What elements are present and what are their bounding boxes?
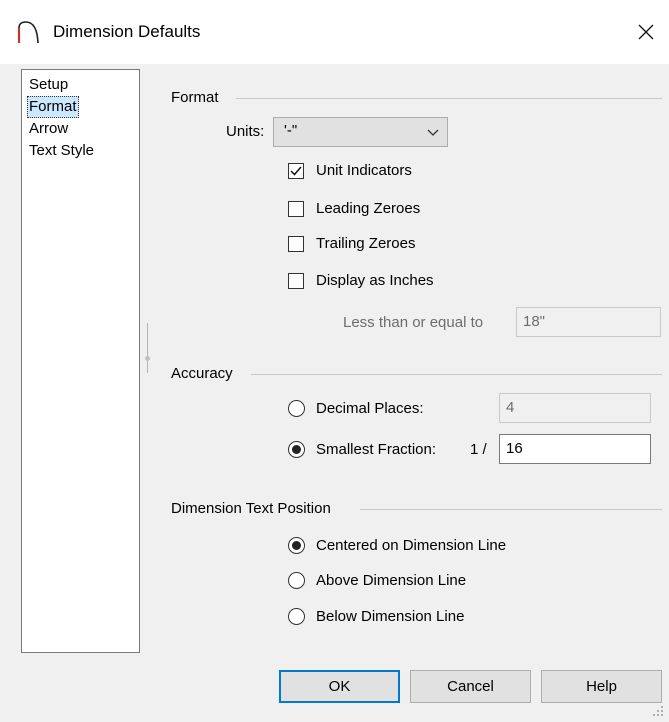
trailing-zeroes-checkbox[interactable] [288, 236, 304, 252]
decimal-places-label[interactable]: Decimal Places: [316, 400, 424, 418]
help-button[interactable]: Help [541, 670, 662, 703]
sidebar-item-format[interactable]: Format [27, 96, 79, 118]
sidebar-item-setup[interactable]: Setup [27, 74, 70, 96]
splitter-handle[interactable] [145, 356, 150, 361]
accuracy-divider [251, 374, 662, 375]
below-radio[interactable] [288, 608, 305, 625]
units-dropdown[interactable]: '-" [273, 117, 448, 147]
category-list[interactable]: Setup Format Arrow Text Style [21, 69, 140, 653]
below-label[interactable]: Below Dimension Line [316, 608, 464, 626]
units-label: Units: [226, 123, 265, 140]
display-as-inches-label[interactable]: Display as Inches [316, 272, 434, 290]
centered-radio[interactable] [288, 537, 305, 554]
sidebar-item-text-style[interactable]: Text Style [27, 140, 96, 162]
less-than-input[interactable]: 18" [516, 307, 661, 337]
ok-button[interactable]: OK [279, 670, 400, 703]
radio-selected-dot [292, 541, 301, 550]
display-as-inches-checkbox[interactable] [288, 273, 304, 289]
decimal-places-radio[interactable] [288, 400, 305, 417]
unit-indicators-checkbox[interactable] [288, 163, 304, 179]
unit-indicators-label[interactable]: Unit Indicators [316, 162, 412, 180]
resize-grip-icon[interactable] [651, 704, 665, 718]
smallest-fraction-label[interactable]: Smallest Fraction: [316, 441, 436, 459]
cancel-button[interactable]: Cancel [410, 670, 531, 703]
less-than-label: Less than or equal to [343, 314, 484, 331]
radio-selected-dot [292, 445, 301, 454]
centered-label[interactable]: Centered on Dimension Line [316, 537, 506, 555]
sidebar-item-arrow[interactable]: Arrow [27, 118, 70, 140]
checkmark-icon [290, 166, 302, 176]
leading-zeroes-checkbox[interactable] [288, 201, 304, 217]
smallest-fraction-radio[interactable] [288, 441, 305, 458]
chevron-down-icon [426, 125, 440, 139]
panel-splitter[interactable] [147, 323, 150, 373]
app-icon [16, 20, 40, 44]
text-position-divider [360, 509, 662, 510]
leading-zeroes-label[interactable]: Leading Zeroes [316, 200, 420, 218]
trailing-zeroes-label[interactable]: Trailing Zeroes [316, 235, 415, 253]
text-position-group-title: Dimension Text Position [171, 500, 331, 517]
format-divider [236, 98, 662, 99]
above-radio[interactable] [288, 572, 305, 589]
units-value: '-" [284, 122, 298, 139]
fraction-prefix: 1 / [470, 441, 487, 458]
accuracy-group-title: Accuracy [171, 365, 233, 382]
above-label[interactable]: Above Dimension Line [316, 572, 466, 590]
close-icon [638, 24, 654, 40]
close-button[interactable] [626, 12, 666, 52]
decimal-places-input[interactable]: 4 [499, 393, 651, 423]
window-title: Dimension Defaults [53, 22, 201, 41]
format-group-title: Format [171, 89, 219, 106]
smallest-fraction-input[interactable]: 16 [499, 434, 651, 464]
